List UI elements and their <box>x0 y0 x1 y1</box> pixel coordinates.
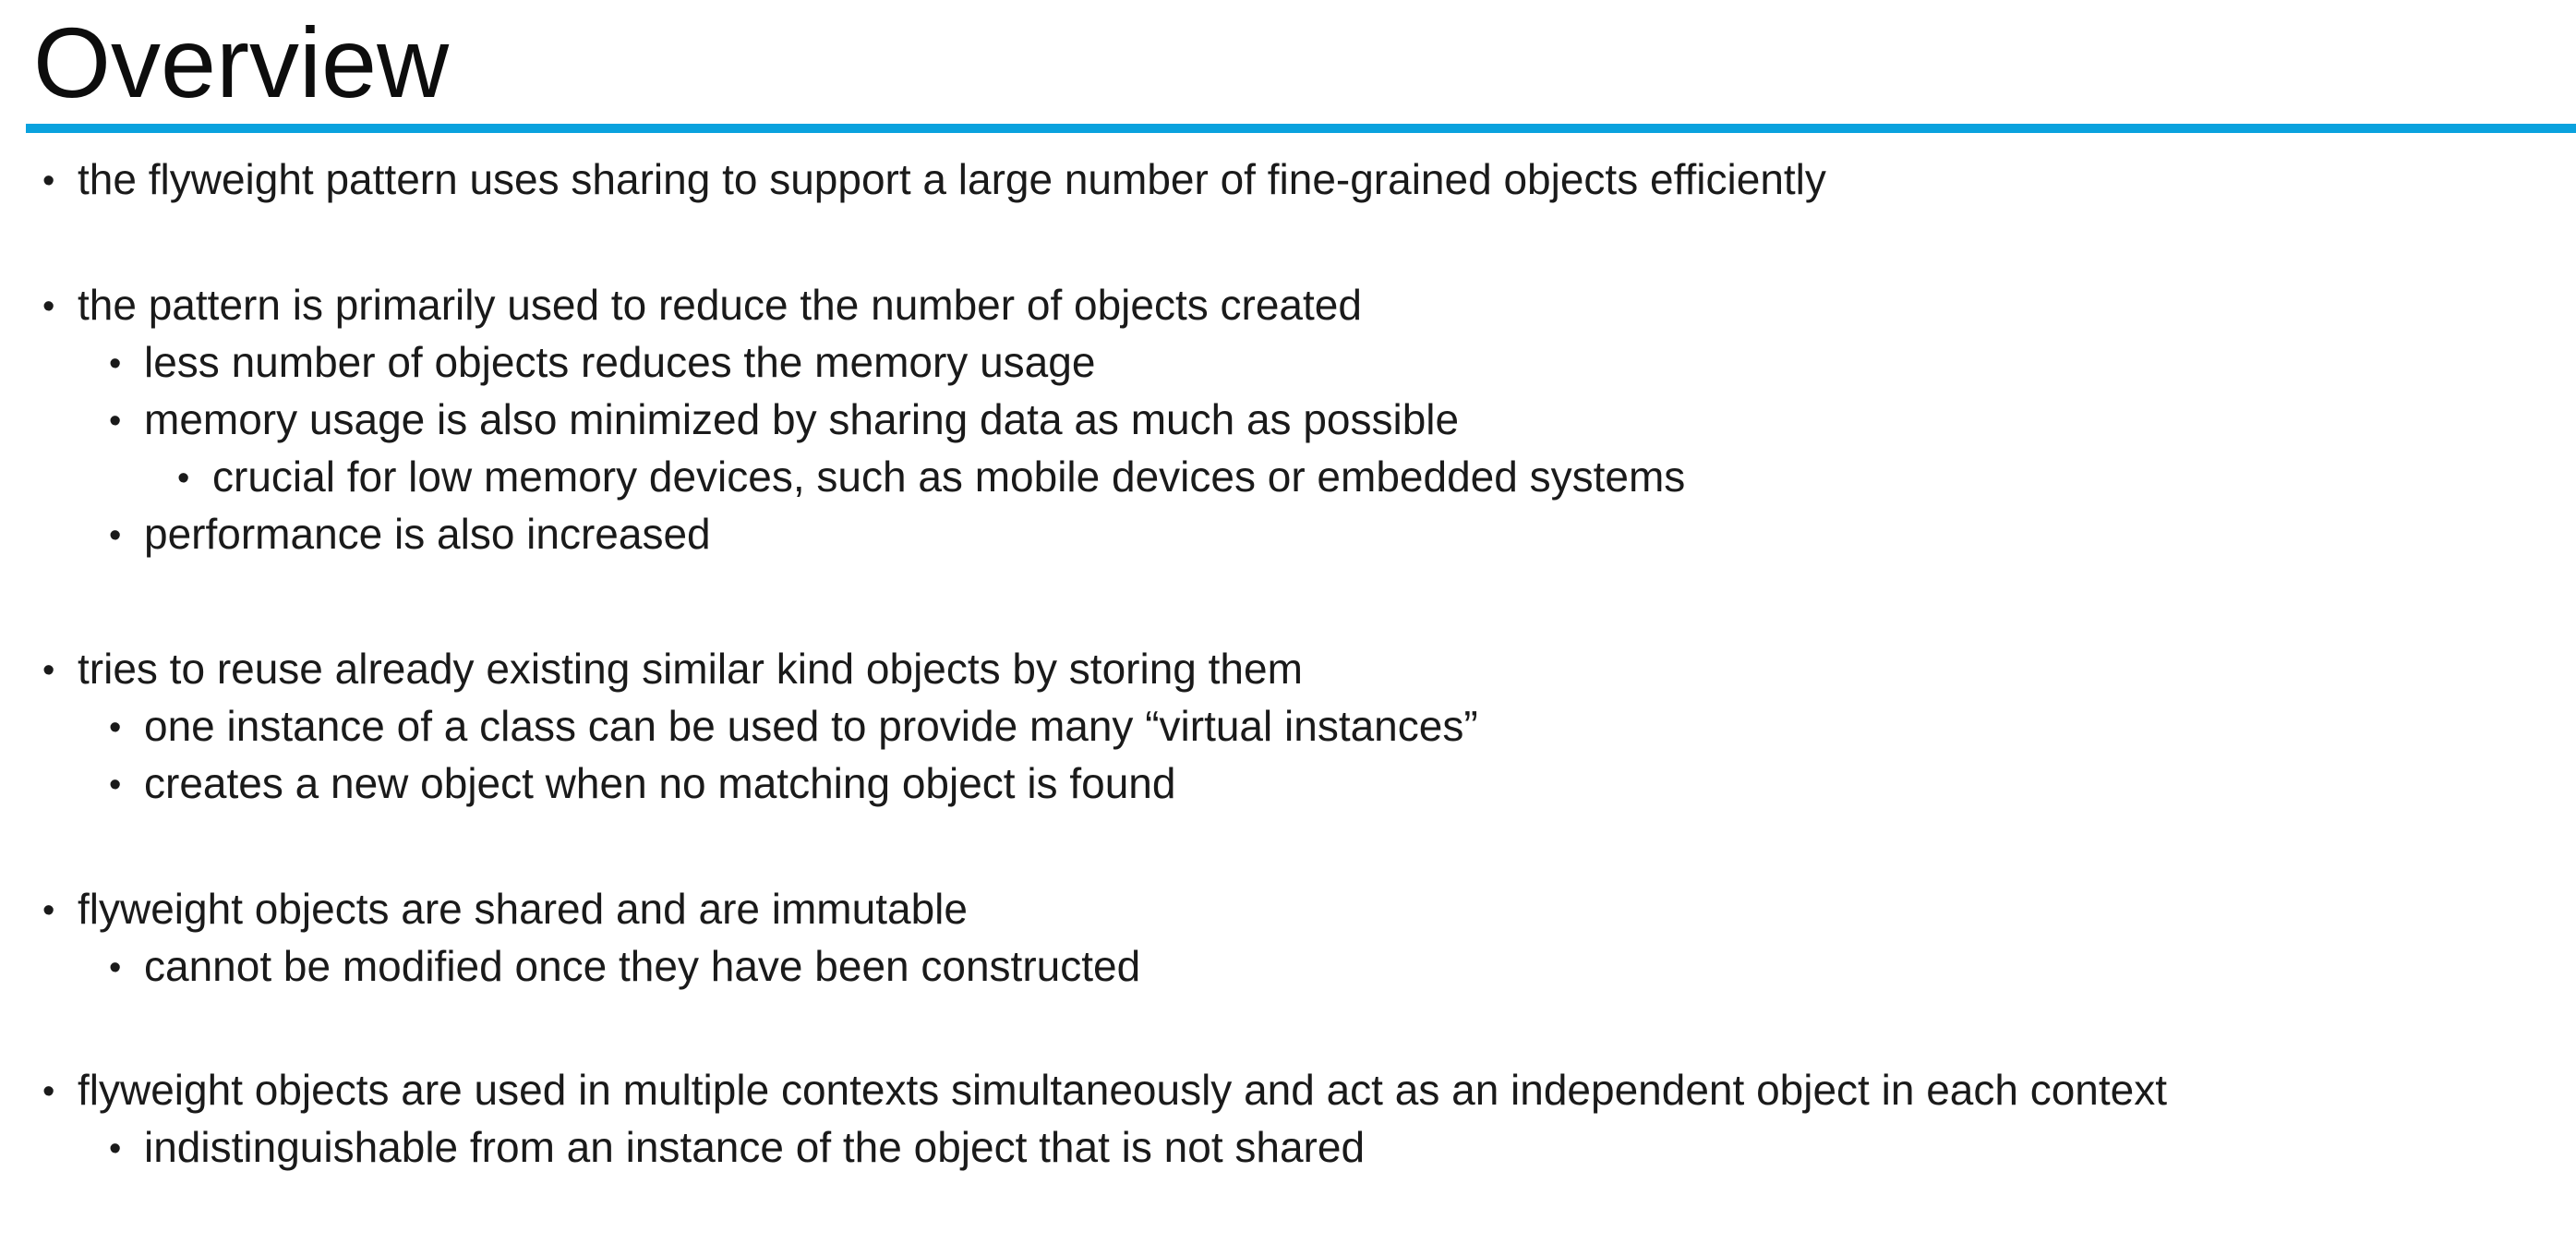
bullet-item: less number of objects reduces the memor… <box>144 338 1096 386</box>
bullet-item: indistinguishable from an instance of th… <box>144 1123 1366 1171</box>
bullet-item: tries to reuse already existing similar … <box>78 645 1303 693</box>
slide: Overview • the flyweight pattern uses sh… <box>0 0 2576 1256</box>
bullet-icon: • <box>109 402 122 441</box>
bullet-item: cannot be modified once they have been c… <box>144 942 1141 990</box>
bullet-icon: • <box>177 459 190 498</box>
bullet-icon: • <box>42 891 55 930</box>
bullet-icon: • <box>42 1072 55 1111</box>
bullet-icon: • <box>109 344 122 383</box>
bullet-icon: • <box>109 766 122 804</box>
bullet-icon: • <box>109 708 122 747</box>
bullet-item: the pattern is primarily used to reduce … <box>78 281 1362 329</box>
bullet-item: flyweight objects are used in multiple c… <box>78 1066 2168 1114</box>
bullet-item: flyweight objects are shared and are imm… <box>78 885 968 933</box>
bullet-list: • the flyweight pattern uses sharing to … <box>0 0 2576 1256</box>
bullet-item: creates a new object when no matching ob… <box>144 759 1176 807</box>
bullet-item: performance is also increased <box>144 510 711 558</box>
bullet-item: memory usage is also minimized by sharin… <box>144 395 1460 443</box>
bullet-item: crucial for low memory devices, such as … <box>212 453 1686 501</box>
bullet-icon: • <box>42 651 55 690</box>
bullet-icon: • <box>42 287 55 326</box>
bullet-icon: • <box>42 162 55 200</box>
bullet-icon: • <box>109 1129 122 1168</box>
bullet-item: one instance of a class can be used to p… <box>144 702 1478 750</box>
bullet-item: the flyweight pattern uses sharing to su… <box>78 155 1826 203</box>
bullet-icon: • <box>109 948 122 987</box>
bullet-icon: • <box>109 516 122 555</box>
